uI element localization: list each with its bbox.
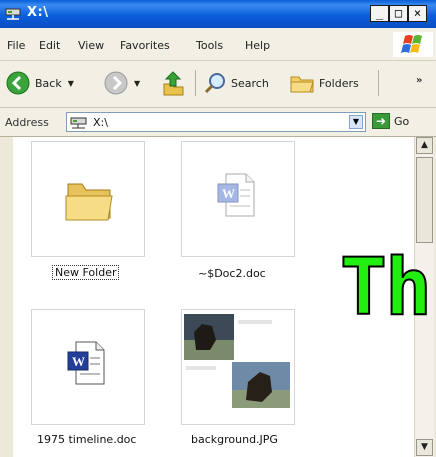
maximize-button[interactable]: □ [389, 5, 408, 22]
folder-icon [65, 183, 113, 221]
go-arrow-icon: ➜ [372, 113, 390, 129]
left-border [0, 137, 13, 457]
search-button[interactable]: Search [203, 69, 269, 97]
file-thumbnail[interactable] [31, 141, 145, 257]
word-document-icon: W [67, 341, 105, 385]
address-bar: Address X:\ ▼ ➜ Go [0, 108, 436, 137]
back-arrow-icon [6, 71, 30, 95]
scroll-down-button[interactable]: ▼ [416, 439, 433, 456]
file-thumbnail[interactable] [181, 309, 295, 425]
forward-arrow-icon [104, 71, 128, 95]
search-icon [204, 73, 225, 94]
windows-flag-icon [401, 35, 422, 53]
up-folder-button[interactable] [161, 69, 185, 97]
scroll-thumb[interactable] [416, 157, 433, 243]
menu-favorites[interactable]: Favorites [120, 39, 170, 52]
svg-text:W: W [222, 186, 235, 201]
file-name[interactable]: background.JPG [191, 433, 278, 446]
menu-help[interactable]: Help [245, 39, 270, 52]
menu-bar: File Edit View Favorites Tools Help [0, 28, 436, 61]
menu-view[interactable]: View [78, 39, 104, 52]
back-dropdown-icon[interactable]: ▼ [68, 79, 74, 88]
window-title: X:\ [27, 5, 49, 20]
go-button[interactable]: ➜ Go [372, 113, 409, 129]
go-label: Go [394, 114, 410, 128]
menu-tools[interactable]: Tools [196, 39, 223, 52]
address-input[interactable]: X:\ ▼ [66, 112, 366, 132]
back-button[interactable]: Back ▼ [6, 69, 74, 97]
word-document-icon: W [217, 173, 255, 217]
svg-text:W: W [72, 354, 85, 369]
folders-button[interactable]: Folders [289, 69, 359, 97]
title-bar[interactable]: X:\ _ □ × [0, 0, 436, 28]
address-value: X:\ [93, 116, 108, 129]
search-label: Search [231, 76, 269, 90]
folders-label: Folders [319, 76, 359, 90]
explorer-window: X:\ _ □ × File Edit View Favorites Tools… [0, 0, 436, 457]
address-label: Address [5, 116, 49, 129]
menu-edit[interactable]: Edit [39, 39, 60, 52]
close-button[interactable]: × [408, 5, 427, 22]
menu-file[interactable]: File [7, 39, 25, 52]
up-folder-icon [163, 71, 184, 96]
minimize-button[interactable]: _ [370, 5, 389, 22]
standard-toolbar: Back ▼ ▼ Search Folders » [0, 61, 436, 108]
network-drive-icon [70, 117, 87, 129]
back-label: Back [35, 76, 62, 90]
scroll-up-button[interactable]: ▲ [416, 137, 433, 154]
forward-dropdown-icon[interactable]: ▼ [134, 79, 140, 88]
windows-logo [393, 32, 433, 57]
file-thumbnail[interactable]: W [31, 309, 145, 425]
overlay-caption: Th [339, 243, 433, 333]
file-thumbnail[interactable]: W [181, 141, 295, 257]
network-drive-icon [5, 8, 21, 20]
file-name[interactable]: 1975 timeline.doc [37, 433, 136, 446]
toolbar-overflow-icon[interactable]: » [416, 75, 422, 86]
file-name[interactable]: ~$Doc2.doc [198, 267, 266, 280]
folders-icon [290, 76, 314, 93]
file-name[interactable]: New Folder [52, 265, 120, 280]
image-thumbnail-icon [182, 310, 294, 424]
address-dropdown-icon[interactable]: ▼ [349, 115, 363, 129]
forward-button[interactable]: ▼ [104, 69, 140, 97]
